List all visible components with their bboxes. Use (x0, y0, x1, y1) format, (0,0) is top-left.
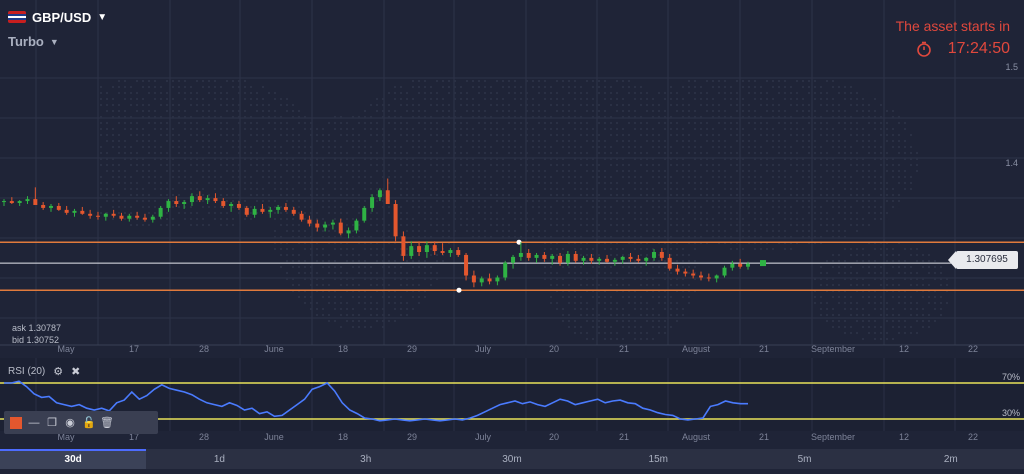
x-axis-label: 17 (129, 344, 139, 354)
asset-timer: The asset starts in 17:24:50 (896, 18, 1010, 58)
timeframe-30d[interactable]: 30d (0, 449, 147, 469)
x-axis-label: 29 (407, 432, 417, 442)
timer-value: 17:24:50 (947, 40, 1010, 57)
timer-title: The asset starts in (895, 18, 1010, 34)
lock-icon[interactable]: 🔓 (82, 416, 96, 429)
x-axis-label: 12 (899, 432, 909, 442)
anchor-point (456, 287, 462, 293)
mode-label[interactable]: Turbo (8, 34, 44, 49)
timeframe-bar: 30d 1d 3h 30m 15m 5m 2m (0, 449, 1024, 469)
x-axis-label: September (811, 344, 855, 354)
x-axis-label: July (475, 432, 492, 442)
x-axis-label: 18 (338, 432, 348, 442)
x-axis-label: 18 (338, 344, 348, 354)
quote-info: ask 1.30787 bid 1.30752 (12, 322, 61, 346)
eye-icon[interactable]: ◉ (64, 416, 76, 429)
bid-price: bid 1.30752 (12, 335, 60, 345)
x-axis-label: 22 (968, 432, 978, 442)
candle (362, 205, 367, 223)
copy-icon[interactable]: ❐ (46, 416, 58, 429)
x-axis-label: 29 (407, 344, 417, 354)
drawing-toolbar: — ❐ ◉ 🔓 🗑 (4, 411, 158, 434)
timeframe-3h[interactable]: 3h (293, 449, 439, 469)
price-axis-label: 1.4 (1005, 158, 1018, 168)
x-axis-label: 20 (549, 344, 559, 354)
timeframe-15m[interactable]: 15m (585, 449, 731, 469)
candle (393, 200, 398, 242)
x-axis-label: 21 (759, 432, 769, 442)
chevron-down-icon[interactable]: ▼ (50, 37, 59, 47)
color-swatch[interactable] (10, 416, 22, 429)
current-price-tag: 1.307695 (948, 251, 1018, 269)
x-axis-label: 28 (199, 344, 209, 354)
chevron-down-icon[interactable]: ▼ (97, 12, 107, 23)
trash-icon[interactable]: 🗑 (100, 416, 114, 429)
asset-selector[interactable]: GBP/USD ▼ Turbo ▼ (8, 8, 107, 49)
x-axis-label: 20 (549, 432, 559, 442)
rsi-header: RSI (20) ⚙ ✖ (8, 365, 80, 378)
price-axis-label: 1.5 (1005, 62, 1018, 72)
rsi-label: RSI (20) (8, 366, 46, 377)
ask-price: ask 1.30787 (12, 323, 62, 333)
x-axis-label: August (682, 344, 711, 354)
gb-flag-icon (8, 11, 26, 23)
x-axis-label: 28 (199, 432, 209, 442)
x-axis-label: July (475, 344, 492, 354)
timeframe-30m[interactable]: 30m (439, 449, 585, 469)
x-axis-label: 12 (899, 344, 909, 354)
mode-selector[interactable]: Turbo ▼ (8, 34, 107, 49)
x-axis-label: 21 (619, 432, 629, 442)
timeframe-5m[interactable]: 5m (731, 449, 877, 469)
x-axis-label: September (811, 432, 855, 442)
timeframe-2m[interactable]: 2m (878, 449, 1024, 469)
line-width-icon[interactable]: — (28, 417, 40, 429)
x-axis-label: August (682, 432, 711, 442)
gear-icon[interactable]: ⚙ (53, 365, 63, 378)
close-icon[interactable]: ✖ (71, 365, 80, 378)
rsi-upper-label: 70% (1002, 372, 1020, 382)
rsi-lower-label: 30% (1002, 408, 1020, 418)
asset-pair[interactable]: GBP/USD (32, 10, 91, 25)
timeframe-1d[interactable]: 1d (146, 449, 292, 469)
stopwatch-icon (916, 41, 931, 57)
x-axis-label: June (264, 344, 284, 354)
chart-area[interactable]: 1.5 1.4 May 17 28 June 18 29 July 20 21 August 21 Se… (0, 0, 1024, 469)
current-price-marker (760, 260, 766, 267)
x-axis-label: June (264, 432, 284, 442)
x-axis-label: 21 (759, 344, 769, 354)
candle (503, 260, 508, 281)
x-axis-label: 21 (619, 344, 629, 354)
chart-svg: 1.51.4 May 17 28 June 18 29 July 20 21 August 21 Se… (0, 0, 1024, 469)
x-axis-label: 22 (968, 344, 978, 354)
